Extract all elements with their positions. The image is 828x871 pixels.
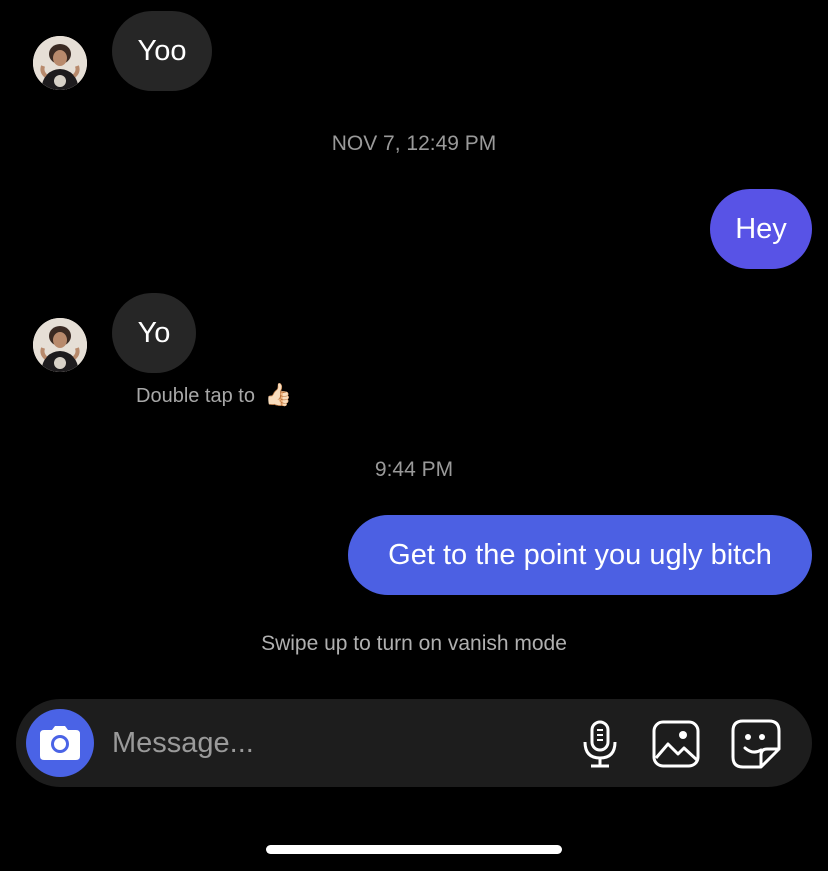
microphone-icon <box>583 720 617 768</box>
thumbs-up-icon: 👍🏻 <box>264 382 292 407</box>
message-text: Yo <box>137 317 171 349</box>
microphone-button[interactable] <box>575 719 625 769</box>
gallery-icon <box>652 720 700 768</box>
home-indicator[interactable] <box>266 845 562 854</box>
message-bubble-incoming[interactable]: Yo <box>112 293 196 373</box>
camera-button[interactable] <box>26 709 94 777</box>
reaction-hint-text: Double tap to <box>136 385 255 407</box>
message-text: Get to the point you ugly bitch <box>388 539 772 571</box>
contact-avatar[interactable] <box>33 318 87 372</box>
camera-icon <box>40 726 80 760</box>
gallery-button[interactable] <box>651 719 701 769</box>
sticker-button[interactable] <box>731 719 781 769</box>
message-timestamp: 9:44 PM <box>374 458 454 481</box>
message-input[interactable] <box>112 721 552 765</box>
message-bubble-outgoing[interactable]: Hey <box>710 189 812 269</box>
message-timestamp: NOV 7, 12:49 PM <box>331 132 497 155</box>
vanish-mode-hint[interactable]: Swipe up to turn on vanish mode <box>0 632 828 656</box>
message-composer <box>16 699 812 787</box>
contact-avatar[interactable] <box>33 36 87 90</box>
sticker-icon <box>731 719 781 769</box>
avatar-photo <box>33 36 87 90</box>
message-text: Yoo <box>137 35 187 67</box>
message-bubble-outgoing[interactable]: Get to the point you ugly bitch <box>348 515 812 595</box>
reaction-hint: Double tap to 👍🏻 <box>136 382 292 408</box>
message-bubble-incoming[interactable]: Yoo <box>112 11 212 91</box>
message-text: Hey <box>735 213 787 245</box>
avatar-photo <box>33 318 87 372</box>
